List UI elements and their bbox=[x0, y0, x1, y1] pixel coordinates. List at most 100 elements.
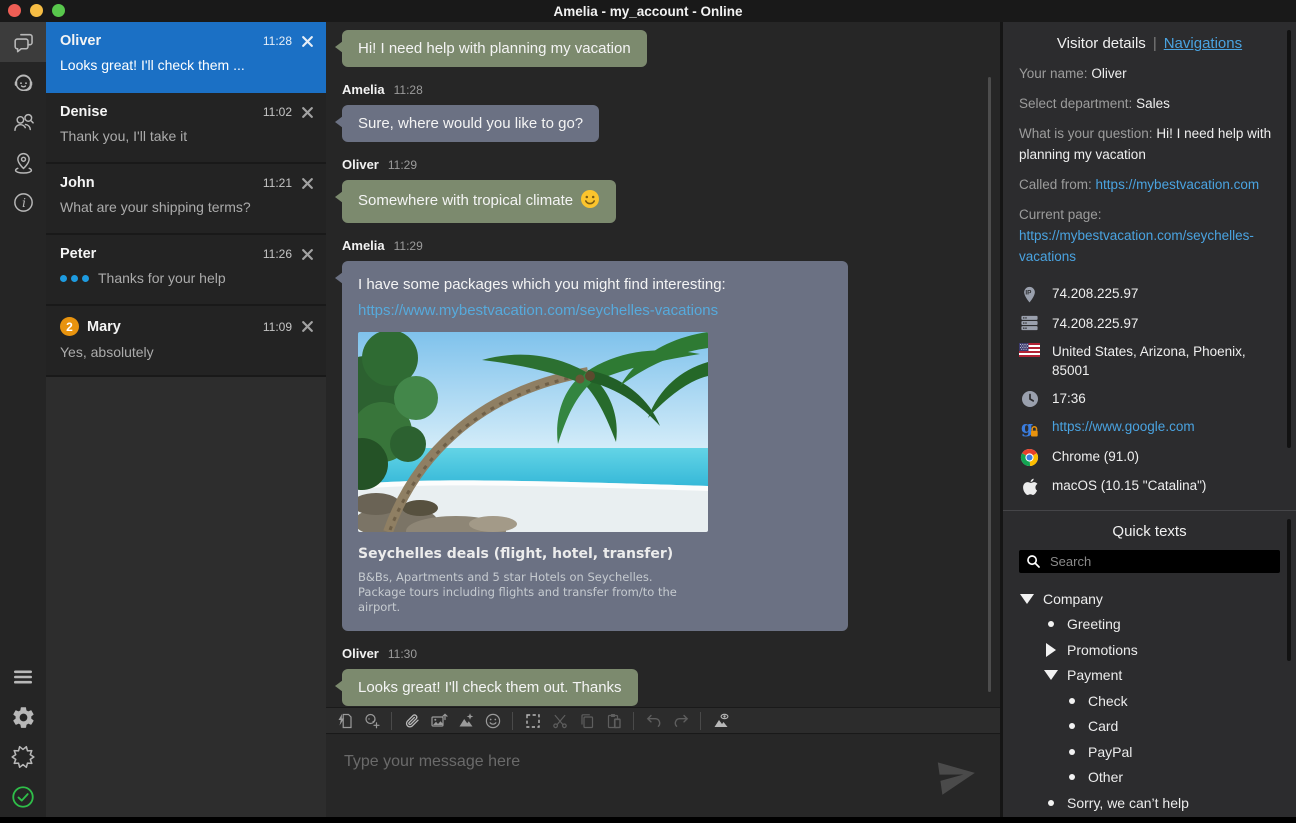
chat-list-item-peter[interactable]: Peter 11:26 Thanks for your help bbox=[46, 235, 326, 306]
vacation-link[interactable]: https://www.mybestvacation.com/seychelle… bbox=[358, 301, 832, 320]
attachment-icon[interactable] bbox=[398, 709, 425, 733]
rail-agent-icon[interactable] bbox=[0, 62, 46, 102]
chat-preview: Looks great! I'll check them ... bbox=[60, 57, 314, 73]
rail-visitors-icon[interactable] bbox=[0, 102, 46, 142]
chat-name: Oliver bbox=[60, 33, 101, 49]
copy-icon[interactable] bbox=[573, 709, 600, 733]
chat-list-item-john[interactable]: John 11:21 What are your shipping terms? bbox=[46, 164, 326, 235]
close-chat-icon[interactable] bbox=[301, 35, 314, 48]
message-meta: Oliver 11:29 bbox=[342, 157, 1000, 172]
close-chat-icon[interactable] bbox=[301, 248, 314, 261]
rail-info-icon[interactable]: i bbox=[0, 182, 46, 222]
tab-navigations[interactable]: Navigations bbox=[1164, 35, 1242, 52]
message-time: 11:30 bbox=[388, 647, 417, 661]
chat-list: Oliver 11:28 Looks great! I'll check the… bbox=[46, 22, 326, 817]
details-scrollbar[interactable] bbox=[1287, 30, 1291, 448]
chat-list-item-denise[interactable]: Denise 11:02 Thank you, I'll take it bbox=[46, 93, 326, 164]
navigation-rail: i bbox=[0, 22, 46, 817]
meta-ip: IP 74.208.225.97 bbox=[1019, 284, 1280, 305]
field-department: Select department: Sales bbox=[1019, 93, 1280, 114]
tree-item-card[interactable]: Card bbox=[1019, 714, 1280, 740]
visitor-fields: Your name: Oliver Select department: Sal… bbox=[1019, 63, 1280, 267]
details-tabs: Visitor details|Navigations bbox=[1019, 35, 1280, 52]
agent-headset-icon bbox=[11, 70, 36, 95]
message-bubble-link-card: I have some packages which you might fin… bbox=[342, 261, 848, 631]
rail-alerts-icon[interactable] bbox=[0, 737, 46, 777]
clock-icon bbox=[1019, 389, 1040, 408]
tree-item-sorry-we-cant-help[interactable]: Sorry, we can’t help bbox=[1019, 790, 1280, 816]
select-icon[interactable] bbox=[519, 709, 546, 733]
field-value-link[interactable]: https://mybestvacation.com bbox=[1096, 177, 1260, 192]
cut-icon[interactable] bbox=[546, 709, 573, 733]
upload-image-icon[interactable] bbox=[425, 709, 452, 733]
close-chat-icon[interactable] bbox=[301, 177, 314, 190]
message-history[interactable]: Hi! I need help with planning my vacatio… bbox=[326, 22, 1000, 707]
tree-item-paypal[interactable]: PayPal bbox=[1019, 739, 1280, 765]
search-input[interactable] bbox=[1048, 553, 1273, 570]
meta-value: Chrome (91.0) bbox=[1052, 447, 1139, 466]
field-called-from: Called from: https://mybestvacation.com bbox=[1019, 174, 1280, 195]
undo-icon[interactable] bbox=[640, 709, 667, 733]
field-label: Select department: bbox=[1019, 96, 1132, 111]
rail-settings-icon[interactable] bbox=[0, 697, 46, 737]
tree-item-payment[interactable]: Payment bbox=[1019, 663, 1280, 689]
info-icon: i bbox=[11, 190, 36, 215]
chat-list-item-mary[interactable]: 2 Mary 11:09 Yes, absolutely bbox=[46, 306, 326, 377]
tree-item-promotions[interactable]: Promotions bbox=[1019, 637, 1280, 663]
screenshot-icon[interactable] bbox=[452, 709, 479, 733]
tree-item-other[interactable]: Other bbox=[1019, 765, 1280, 791]
redo-icon[interactable] bbox=[667, 709, 694, 733]
message-bubble: Sure, where would you like to go? bbox=[342, 105, 599, 142]
tree-item-check[interactable]: Check bbox=[1019, 688, 1280, 714]
meta-value: macOS (10.15 "Catalina") bbox=[1052, 476, 1206, 495]
message-bubble: Looks great! I'll check them out. Thanks bbox=[342, 669, 638, 706]
paste-icon[interactable] bbox=[600, 709, 627, 733]
burst-icon bbox=[10, 744, 36, 770]
link-card-description: B&Bs, Apartments and 5 star Hotels on Se… bbox=[358, 570, 693, 615]
close-chat-icon[interactable] bbox=[301, 320, 314, 333]
rail-location-icon[interactable] bbox=[0, 142, 46, 182]
preview-image-icon[interactable] bbox=[707, 709, 734, 733]
close-chat-icon[interactable] bbox=[301, 106, 314, 119]
quick-text-icon[interactable] bbox=[331, 709, 358, 733]
quick-texts-search[interactable] bbox=[1019, 550, 1280, 573]
meta-browser: Chrome (91.0) bbox=[1019, 447, 1280, 467]
rail-online-status-icon[interactable] bbox=[0, 777, 46, 817]
search-icon bbox=[1026, 554, 1041, 569]
message-text: I have some packages which you might fin… bbox=[358, 275, 832, 294]
field-value-link[interactable]: https://mybestvacation.com/seychelles-va… bbox=[1019, 228, 1254, 264]
seychelles-beach-photo[interactable] bbox=[358, 332, 708, 532]
messages-scrollbar[interactable] bbox=[988, 77, 991, 692]
toolbar-separator bbox=[391, 712, 392, 730]
quick-texts-scrollbar[interactable] bbox=[1287, 519, 1291, 661]
message-time: 11:28 bbox=[394, 83, 423, 97]
close-window-button[interactable] bbox=[8, 4, 21, 17]
message-input[interactable] bbox=[342, 751, 922, 809]
beach-illustration bbox=[358, 332, 708, 532]
meta-referrer: g https://www.google.com bbox=[1019, 417, 1280, 438]
message-author: Amelia bbox=[342, 82, 385, 97]
rail-menu-icon[interactable] bbox=[0, 657, 46, 697]
bullet-icon bbox=[1044, 800, 1058, 806]
tree-item-greeting[interactable]: Greeting bbox=[1019, 612, 1280, 638]
zoom-window-button[interactable] bbox=[52, 4, 65, 17]
titlebar: Amelia - my_account - Online bbox=[0, 0, 1296, 22]
tree-item-company[interactable]: Company bbox=[1019, 586, 1280, 612]
app-window: Amelia - my_account - Online bbox=[0, 0, 1296, 823]
minimize-window-button[interactable] bbox=[30, 4, 43, 17]
rail-chats-icon[interactable] bbox=[0, 22, 46, 62]
send-message-button[interactable] bbox=[936, 759, 978, 795]
bullet-icon bbox=[1044, 621, 1058, 627]
message-time: 11:29 bbox=[394, 239, 423, 253]
message-bubble: Somewhere with tropical climate bbox=[342, 180, 616, 223]
chat-list-item-oliver[interactable]: Oliver 11:28 Looks great! I'll check the… bbox=[46, 22, 326, 93]
visitor-details-panel: Visitor details|Navigations Your name: O… bbox=[1003, 22, 1296, 817]
emoji-icon[interactable] bbox=[479, 709, 506, 733]
field-question: What is your question: Hi! I need help w… bbox=[1019, 123, 1280, 165]
meta-value: 74.208.225.97 bbox=[1052, 284, 1138, 303]
message-text: Sure, where would you like to go? bbox=[358, 115, 583, 132]
message-meta: Amelia 11:28 bbox=[342, 82, 1000, 97]
composer bbox=[326, 735, 1000, 817]
meta-value-link[interactable]: https://www.google.com bbox=[1052, 417, 1195, 436]
invite-agent-icon[interactable] bbox=[358, 709, 385, 733]
